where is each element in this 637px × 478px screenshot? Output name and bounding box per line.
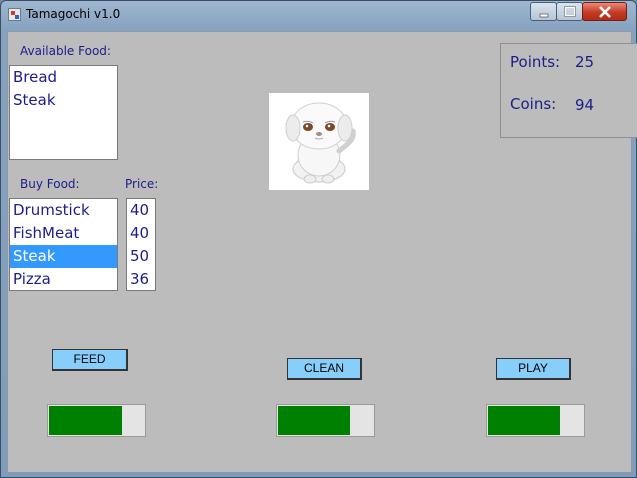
close-icon [599, 6, 611, 18]
list-item[interactable]: Pizza [10, 268, 117, 290]
play-button[interactable]: PLAY [496, 358, 571, 380]
pet-image [269, 93, 369, 190]
puppy-icon [285, 102, 356, 184]
points-value: 25 [575, 53, 595, 71]
app-window: Tamagochi v1.0 Available Food: Bread Ste… [0, 0, 637, 478]
feed-progress-bar [47, 404, 146, 437]
clean-button[interactable]: CLEAN [287, 358, 362, 380]
minimize-icon [539, 13, 549, 18]
list-item[interactable]: FishMeat [10, 222, 117, 245]
list-item[interactable]: 40 [127, 222, 155, 245]
close-button[interactable] [582, 2, 627, 21]
clean-progress-bar [276, 404, 375, 437]
window-title: Tamagochi v1.0 [26, 7, 121, 21]
price-list[interactable]: 40 40 50 36 [126, 198, 156, 291]
list-item[interactable]: Steak [10, 89, 117, 112]
coins-label: Coins: [510, 95, 557, 113]
app-icon[interactable] [8, 8, 21, 21]
client-area: Available Food: Bread Steak Buy Food: Pr… [7, 31, 637, 473]
clean-progress-fill [278, 406, 350, 435]
play-progress-fill [488, 406, 560, 435]
coins-value: 94 [575, 96, 595, 114]
minimize-button[interactable] [530, 2, 557, 21]
points-label: Points: [510, 53, 561, 71]
maximize-button[interactable] [556, 2, 583, 21]
list-item[interactable]: 40 [127, 199, 155, 222]
title-bar[interactable]: Tamagochi v1.0 [1, 1, 636, 29]
list-item[interactable]: 36 [127, 268, 155, 290]
stats-panel: Points: 25 Coins: 94 [500, 43, 637, 138]
maximize-icon [564, 6, 576, 17]
buy-food-list[interactable]: Drumstick FishMeat Steak Pizza [9, 198, 118, 291]
list-item[interactable]: Bread [10, 66, 117, 89]
feed-button[interactable]: FEED [52, 349, 128, 371]
list-item[interactable]: Drumstick [10, 199, 117, 222]
available-food-list[interactable]: Bread Steak [9, 65, 118, 160]
feed-progress-fill [49, 406, 122, 435]
play-progress-bar [486, 404, 585, 437]
available-food-label: Available Food: [20, 44, 111, 58]
list-item[interactable]: 50 [127, 245, 155, 268]
buy-food-label: Buy Food: [20, 177, 80, 191]
list-item-selected[interactable]: Steak [10, 245, 117, 268]
price-label: Price: [125, 177, 159, 191]
